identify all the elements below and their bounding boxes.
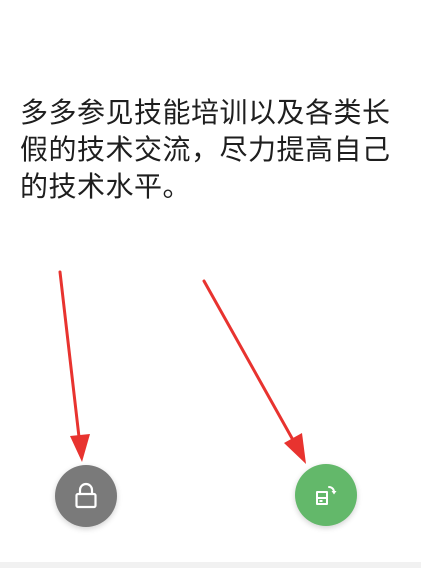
bottom-edge [0,562,421,568]
screen-rotate-button[interactable] [295,464,357,526]
arrow-to-rotate-button [202,279,306,464]
lock-button[interactable] [55,465,117,527]
lock-icon [73,482,99,510]
screen-rotate-icon [313,482,339,508]
body-paragraph: 多多参见技能培训以及各类长 假的技术交流，尽力提高自己 的技术水平。 [20,96,391,203]
screen: 多多参见技能培训以及各类长 假的技术交流，尽力提高自己 的技术水平。 [0,0,421,568]
arrow-to-lock-button [58,270,90,462]
